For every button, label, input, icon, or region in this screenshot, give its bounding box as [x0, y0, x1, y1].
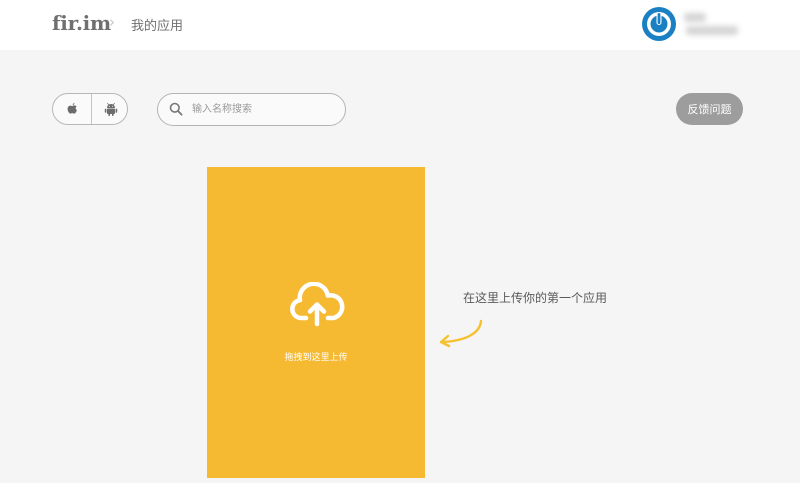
fir-im-logo[interactable]: fir.im [52, 11, 111, 35]
user-name-blurred[interactable] [684, 11, 740, 39]
power-logo-icon [642, 7, 676, 41]
upload-dropzone[interactable]: 拖拽到这里上传 [207, 167, 425, 478]
android-icon [104, 102, 118, 116]
upload-hint-text: 在这里上传你的第一个应用 [463, 291, 608, 305]
upload-drop-label: 拖拽到这里上传 [284, 353, 348, 363]
user-avatar[interactable] [642, 7, 676, 41]
curved-arrow-icon [439, 319, 483, 348]
cloud-upload-icon [290, 282, 345, 327]
apple-icon [67, 102, 77, 114]
search-icon [169, 102, 183, 116]
filter-ios-button[interactable] [53, 94, 91, 124]
top-header: fir.im › 我的应用 [0, 0, 800, 50]
search-box [157, 93, 346, 126]
feedback-button[interactable]: 反馈问题 [676, 93, 743, 125]
search-input[interactable] [192, 100, 337, 119]
breadcrumb-separator: › [109, 13, 115, 31]
breadcrumb-my-apps[interactable]: 我的应用 [131, 15, 183, 34]
filter-android-button[interactable] [91, 94, 127, 124]
platform-filter [52, 93, 128, 125]
